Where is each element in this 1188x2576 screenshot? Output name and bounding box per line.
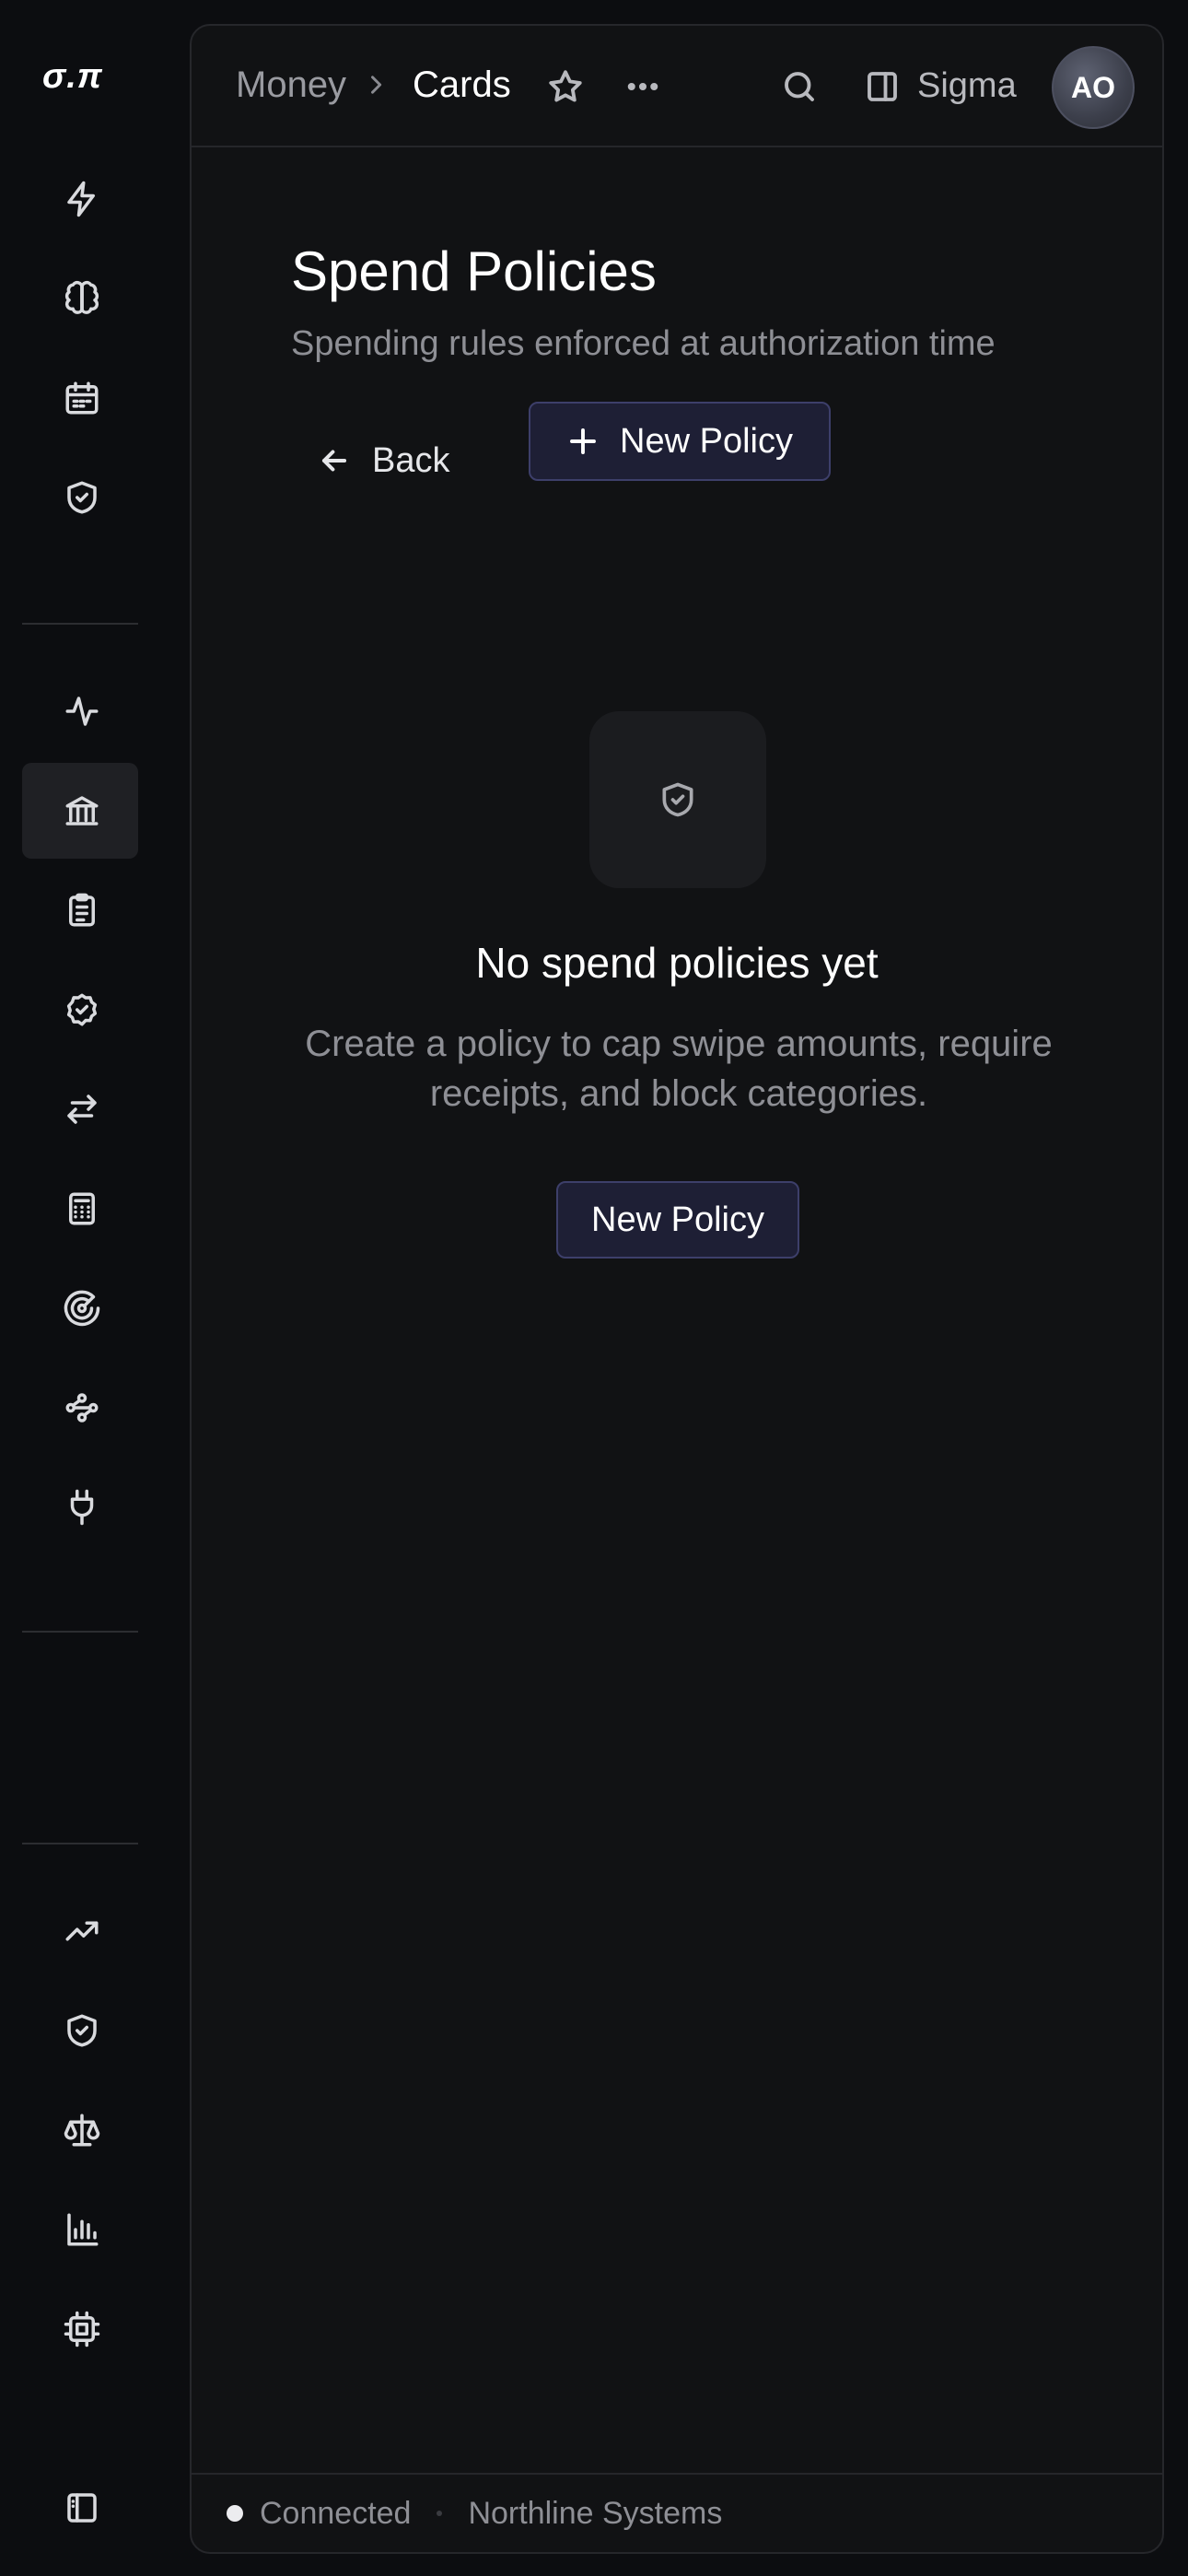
new-policy-button[interactable]: New Policy: [529, 402, 831, 481]
scale-icon[interactable]: [22, 2082, 138, 2178]
empty-state-title: No spend policies yet: [475, 939, 879, 987]
avatar[interactable]: AO: [1052, 46, 1135, 129]
top-bar: Money Cards Sigma AO: [192, 26, 1162, 147]
search-icon[interactable]: [777, 64, 821, 109]
brain-icon[interactable]: [22, 251, 138, 346]
status-bar: Connected Northline Systems: [192, 2473, 1162, 2552]
page-subtitle: Spending rules enforced at authorization…: [291, 324, 996, 363]
new-policy-button-label: New Policy: [620, 421, 793, 461]
sidebar-toggle-icon[interactable]: [22, 2460, 138, 2556]
app-logo[interactable]: σ.π: [42, 57, 103, 97]
empty-state-new-policy-button[interactable]: New Policy: [556, 1181, 799, 1259]
app-root: σ.π Money Cards Sigma AO Spend Policies …: [0, 0, 1188, 2576]
trending-up-icon[interactable]: [22, 1883, 138, 1979]
bar-chart-icon[interactable]: [22, 2182, 138, 2277]
back-button[interactable]: Back: [317, 422, 449, 499]
empty-state-button-label: New Policy: [591, 1200, 764, 1239]
workspace-label[interactable]: Sigma: [917, 66, 1017, 106]
chevron-right-icon: [363, 72, 389, 98]
calendar-icon[interactable]: [22, 350, 138, 446]
shield-check-icon: [662, 782, 693, 817]
chip-icon[interactable]: [22, 2281, 138, 2377]
organization-name: Northline Systems: [468, 2495, 723, 2531]
breadcrumb-current: Cards: [413, 64, 511, 105]
empty-state-icon-box: [589, 711, 766, 888]
page-title: Spend Policies: [291, 240, 657, 302]
star-icon[interactable]: [543, 64, 588, 109]
breadcrumb-parent[interactable]: Money: [236, 64, 346, 106]
clipboard-icon[interactable]: [22, 862, 138, 958]
back-button-label: Back: [372, 440, 450, 480]
activity-icon[interactable]: [22, 663, 138, 759]
bank-icon[interactable]: [22, 763, 138, 859]
panel-toggle-icon[interactable]: [860, 64, 904, 109]
main-panel: Money Cards Sigma AO Spend Policies Spen…: [190, 24, 1164, 2554]
bolt-icon[interactable]: [22, 151, 138, 247]
sidebar-divider: [22, 1843, 138, 1844]
arrow-left-icon: [321, 450, 347, 472]
status-separator: [437, 2511, 443, 2516]
workflow-icon[interactable]: [22, 1360, 138, 1456]
plug-icon[interactable]: [22, 1459, 138, 1555]
sidebar: σ.π: [0, 0, 166, 2576]
empty-state-description: Create a policy to cap swipe amounts, re…: [305, 1024, 1053, 1114]
badge-check-icon[interactable]: [22, 962, 138, 1058]
radar-icon[interactable]: [22, 1260, 138, 1356]
sidebar-divider: [22, 1631, 138, 1633]
calculator-icon[interactable]: [22, 1161, 138, 1257]
plus-icon: [570, 428, 596, 454]
more-icon[interactable]: [621, 64, 665, 109]
sidebar-divider: [22, 623, 138, 625]
transfer-icon[interactable]: [22, 1061, 138, 1157]
connection-status-dot: [227, 2505, 243, 2522]
connection-status: Connected: [260, 2495, 412, 2531]
shield-check-icon[interactable]: [22, 1983, 138, 2078]
shield-check-icon[interactable]: [22, 450, 138, 545]
